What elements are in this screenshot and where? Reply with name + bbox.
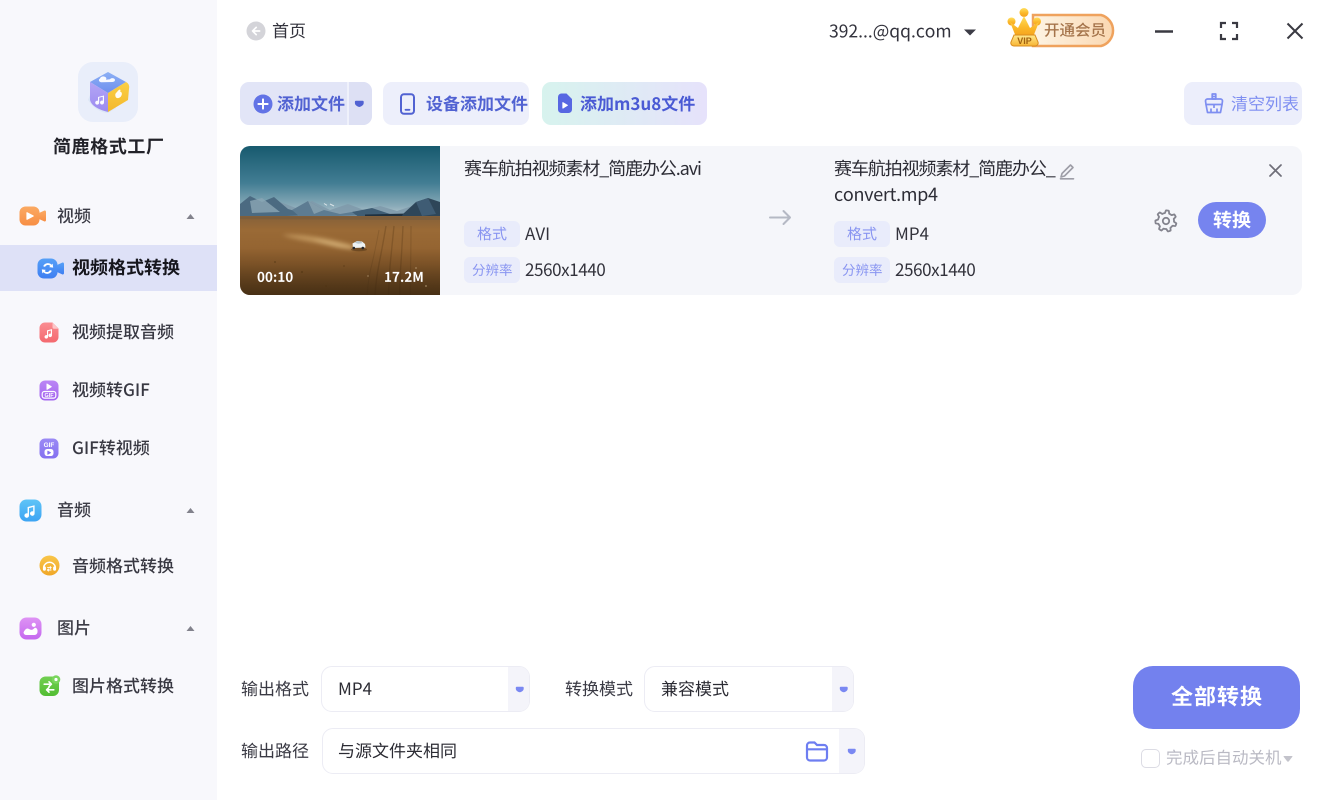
svg-text:GIF: GIF <box>44 442 55 449</box>
svg-text:GIF: GIF <box>45 393 55 399</box>
svg-text:VIP: VIP <box>1017 36 1032 46</box>
